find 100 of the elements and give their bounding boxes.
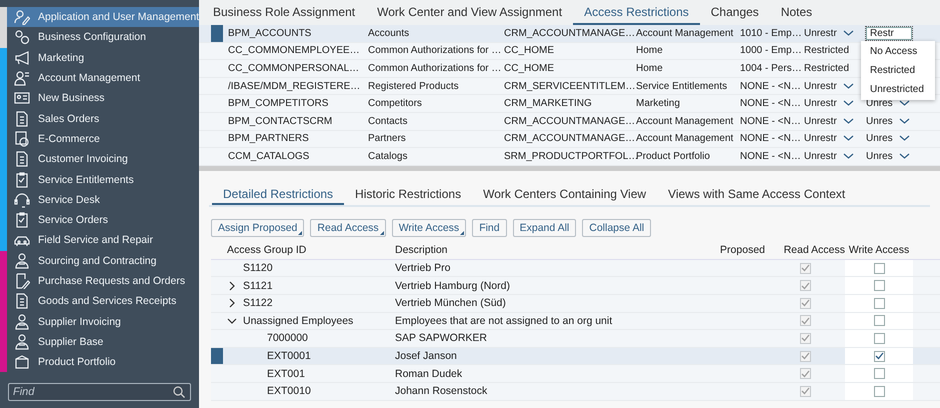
toolbar-button[interactable]: Read Access	[310, 218, 386, 237]
sidebar-item[interactable]: Account Management	[7, 68, 191, 88]
sidebar-item[interactable]: E-Commerce	[7, 128, 191, 150]
tab[interactable]: Work Center and View Assignment	[366, 0, 574, 25]
splitter-bar[interactable]	[199, 166, 940, 171]
checkbox[interactable]	[874, 350, 884, 362]
menu-item[interactable]: Restricted	[861, 61, 935, 80]
search-field[interactable]: Find	[8, 383, 191, 402]
table-cell: 1000 - Emp…	[740, 45, 802, 56]
toolbar-button[interactable]: Collapse All	[582, 218, 652, 237]
table-cell: Contacts	[368, 116, 408, 127]
sidebar-item[interactable]: Sales Orders	[7, 108, 191, 129]
search-icon	[173, 386, 185, 398]
checkbox[interactable]	[874, 298, 884, 309]
checkbox[interactable]	[874, 332, 884, 344]
dropdown[interactable]: Unrestr	[804, 150, 854, 162]
sidebar-item[interactable]: Marketing	[7, 48, 191, 68]
tree-item[interactable]: S1122	[243, 297, 273, 310]
dropdown[interactable]: Unrestr	[804, 98, 854, 110]
sidebar-item[interactable]: Field Service and Repair	[7, 230, 191, 251]
person-list-icon	[14, 70, 30, 86]
sidebar-item[interactable]: Service Entitlements	[7, 169, 191, 190]
dropdown[interactable]: Unres	[866, 116, 910, 127]
sidebar-item[interactable]: Service Desk	[7, 190, 191, 210]
sidebar-item[interactable]: Purchase Requests and Orders	[7, 270, 191, 292]
tree-item[interactable]: S1120	[243, 262, 273, 274]
tree-item[interactable]: S1121	[243, 280, 273, 292]
checkbox[interactable]	[874, 386, 884, 397]
tree-item[interactable]: EXT0010	[267, 385, 311, 398]
table-row[interactable]: BPM_COMPETITORS Competitors CRM_MARKETING Marketing NONE - <N… Unrestr Unres	[199, 95, 940, 113]
tab[interactable]: Views with Same Access Context	[657, 186, 856, 205]
dropdown[interactable]: Unrestr	[804, 116, 854, 127]
user-pen-icon	[14, 9, 30, 26]
table-row[interactable]: BPM_PARTNERS Partners CRM_ACCOUNTMANAGE…Account Management NONE - <N… Unrestr Unres	[199, 130, 940, 148]
dropdown[interactable]: Unres	[866, 150, 910, 162]
checkbox[interactable]	[874, 280, 884, 292]
sidebar-item[interactable]: Supplier Base	[7, 332, 191, 352]
dropdown-field[interactable]: Restr	[866, 26, 912, 40]
table-row[interactable]: BPM_ACCOUNTS Accounts CRM_ACCOUNTMANAGE…Account Management 1010 - Emp… Unrestr Restr	[199, 25, 940, 43]
sidebar-item[interactable]: New Business	[7, 88, 191, 108]
dropdown[interactable]: Unrestr	[804, 80, 854, 92]
sidebar-item[interactable]: Supplier Invoicing	[7, 311, 191, 332]
chevron-icon	[898, 118, 910, 125]
table-row[interactable]: EXT0010 Johann Rosenstock	[211, 382, 940, 400]
table-cell: BPM_PARTNERS	[228, 133, 309, 144]
menu-corner-icon	[460, 230, 464, 235]
table-cell: BPM_CONTACTSCRM	[228, 116, 332, 127]
tree-item[interactable]: EXT001	[267, 368, 305, 380]
chevron-icon	[842, 100, 854, 108]
dropdown[interactable]: Unres	[866, 98, 910, 110]
table-row[interactable]: EXT001 Roman Dudek	[211, 365, 940, 383]
tab[interactable]: Changes	[700, 0, 770, 25]
tab[interactable]: Historic Restrictions	[344, 186, 472, 205]
table-row[interactable]: S1120 Vertrieb Pro	[211, 260, 940, 278]
chevron-icon	[842, 135, 854, 142]
menu-item[interactable]: No Access	[861, 42, 935, 61]
toolbar-button[interactable]: Expand All	[512, 218, 576, 237]
tree-item[interactable]: EXT0001	[267, 350, 311, 362]
sidebar-item[interactable]: Customer Invoicing	[7, 149, 191, 170]
sidebar-item[interactable]: Business Configuration	[7, 27, 191, 48]
table-cell: /IBASE/MDM_REGISTERE…	[228, 80, 360, 92]
checkbox[interactable]	[874, 262, 884, 274]
checkbox[interactable]	[874, 368, 884, 380]
person-icon	[14, 252, 30, 269]
expand-icon[interactable]	[227, 280, 237, 291]
table-row[interactable]: BPM_CONTACTSCRM Contacts CRM_ACCOUNTMANAGE…Account Management NONE - <N… Unrestr Unres	[199, 112, 940, 131]
table-row[interactable]: S1121 Vertrieb Hamburg (Nord)	[211, 277, 940, 295]
person-icon	[14, 314, 30, 330]
sidebar-item[interactable]: Product Portfolio	[7, 352, 191, 372]
checkbox[interactable]	[874, 315, 884, 326]
column-header: Proposed	[720, 244, 765, 256]
toolbar-button[interactable]: Assign Proposed	[211, 218, 304, 237]
table-cell: CRM_ACCOUNTMANAGE…	[504, 28, 636, 39]
headset-icon	[14, 192, 30, 208]
toolbar-button[interactable]: Find	[472, 218, 507, 237]
tab[interactable]: Detailed Restrictions	[212, 186, 344, 205]
toolbar-button[interactable]: Write Access	[392, 218, 466, 237]
chevron-icon	[898, 100, 910, 108]
table-row[interactable]: CCM_CATALOGS Catalogs SRM_PRODUCTPORTFOL…Product Portfolio NONE - <N… Unrestr Unres	[199, 148, 940, 166]
dropdown[interactable]: Unrestr	[804, 133, 854, 144]
dropdown[interactable]: Unres	[866, 133, 910, 144]
tab[interactable]: Notes	[770, 0, 824, 25]
table-cell: Vertrieb Hamburg (Nord)	[395, 280, 510, 292]
tree-item[interactable]: 7000000	[267, 332, 308, 344]
sidebar-item[interactable]: Goods and Services Receipts	[7, 291, 191, 312]
table-row[interactable]: Unassigned Employees Employees that are not assigned to an org unit	[211, 312, 940, 330]
tree-item[interactable]: Unassigned Employees	[243, 314, 354, 327]
sidebar-item[interactable]: Sourcing and Contracting	[7, 250, 191, 271]
tab[interactable]: Business Role Assignment	[202, 0, 366, 25]
table-row[interactable]: 7000000 SAP SAPWORKER	[211, 330, 940, 348]
collapse-icon[interactable]	[227, 316, 237, 326]
chevron-icon	[842, 82, 854, 90]
sidebar-item[interactable]: Service Orders	[7, 210, 191, 230]
table-row[interactable]: S1122 Vertrieb München (Süd)	[211, 294, 940, 313]
dropdown[interactable]: Unrestr	[804, 28, 854, 39]
expand-icon[interactable]	[227, 298, 237, 308]
tab[interactable]: Work Centers Containing View	[472, 186, 658, 205]
table-cell: Service Entitlements	[636, 80, 728, 92]
sidebar-item[interactable]: Application and User Management	[7, 7, 200, 28]
table-row[interactable]: EXT0001 Josef Janson	[211, 348, 940, 366]
